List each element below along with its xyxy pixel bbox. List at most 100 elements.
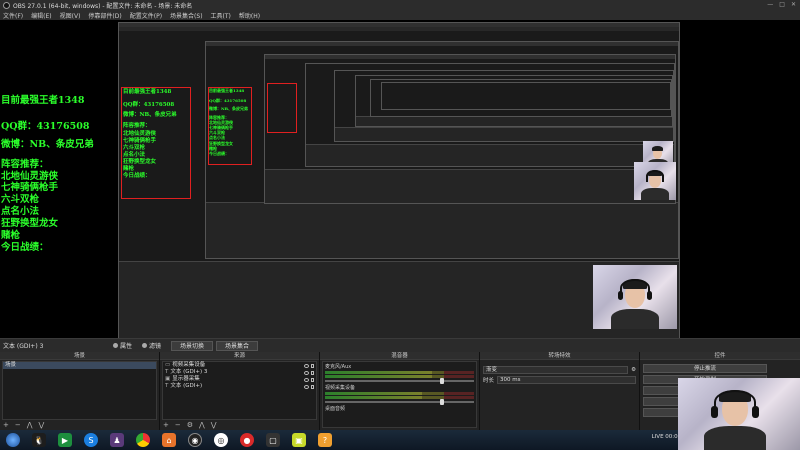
- mixer-channel-name: 麦克风/Aux: [325, 364, 352, 370]
- scene-collection-tab[interactable]: 场景集合: [216, 340, 259, 351]
- overlay-weibo: 微博：NB、条皮兄弟: [1, 138, 94, 150]
- source-item[interactable]: T 文本 (GDI+) 3: [163, 369, 316, 376]
- title-bar: OBS 27.0.1 (64-bit, windows) - 配置文件: 未命名…: [0, 0, 800, 10]
- visibility-icon: [304, 370, 309, 375]
- settings-icon[interactable]: ⚙: [631, 367, 636, 373]
- mixer-channel-name: 视频采集设备: [325, 385, 356, 391]
- source-item[interactable]: ▣ 显示器采集: [163, 376, 316, 383]
- selected-source-name: 文本 (GDI+) 3: [3, 343, 44, 350]
- overlay-lineup-3: 点名小法: [1, 206, 40, 218]
- menu-docks[interactable]: 停靠部件(D): [88, 11, 121, 20]
- move-down-button[interactable]: ⋁: [39, 421, 45, 429]
- sources-dock: 来源 ▭ 视频采集设备 T 文本 (GDI+) 3 ▣ 显示器采集 T 文本 (GDI+…: [160, 352, 320, 430]
- scenes-dock: 场景 场景 + − ⋀ ⋁: [0, 352, 160, 430]
- remove-source-button[interactable]: −: [175, 421, 181, 429]
- menu-profile[interactable]: 配置文件(P): [130, 11, 162, 20]
- nested-overlay-text: 目前最强王者1348 QQ群：43176508 微博：NB、条皮兄弟 阵容推荐：…: [123, 89, 177, 180]
- add-source-button[interactable]: +: [163, 421, 169, 429]
- duration-input[interactable]: 300 ms: [497, 376, 636, 384]
- scene-switch-tab[interactable]: 场景切换: [171, 340, 214, 351]
- chrome-icon[interactable]: [136, 433, 150, 447]
- transitions-dock-title: 转场特效: [480, 352, 639, 360]
- text-icon: T: [165, 383, 169, 389]
- obs-icon[interactable]: ◉: [188, 433, 202, 447]
- text-icon: T: [165, 369, 169, 375]
- remove-scene-button[interactable]: −: [15, 421, 21, 429]
- properties-button[interactable]: 属性: [113, 341, 132, 350]
- visibility-icon: [304, 363, 309, 368]
- minimize-button[interactable]: —: [767, 1, 773, 8]
- game-icon[interactable]: ♟: [110, 433, 124, 447]
- overlay-qq-group: QQ群：43176508: [1, 120, 90, 132]
- qq-music-icon[interactable]: ◎: [214, 433, 228, 447]
- overlay-lineup-4: 狂野换型龙女: [1, 218, 59, 229]
- menu-view[interactable]: 视图(V): [60, 11, 81, 20]
- menu-tools[interactable]: 工具(T): [211, 11, 231, 20]
- green-app-icon[interactable]: ▣: [292, 433, 306, 447]
- overlay-lineup-6: 今日战绩：: [1, 241, 49, 253]
- obs-logo-icon: [3, 1, 10, 9]
- add-scene-button[interactable]: +: [3, 421, 9, 429]
- red-app-icon[interactable]: ●: [240, 433, 254, 447]
- nested-capture-1: 目前最强王者1348 QQ群：43176508 微博：NB、条皮兄弟 阵容推荐：…: [118, 22, 680, 338]
- scene-item[interactable]: 场景: [3, 362, 156, 369]
- tool-icon[interactable]: ⌂: [162, 433, 176, 447]
- volume-slider[interactable]: [325, 378, 474, 384]
- menu-help[interactable]: 帮助(H): [239, 11, 260, 20]
- qq-icon[interactable]: 🐧: [32, 433, 46, 447]
- menu-scene-collection[interactable]: 场景集合(S): [170, 11, 203, 20]
- lock-icon: [311, 363, 314, 368]
- stop-streaming-button[interactable]: 停止推流: [643, 364, 767, 373]
- move-up-button[interactable]: ⋀: [27, 421, 33, 429]
- overlay-lineup-title: 阵容推荐：: [1, 158, 49, 170]
- overlay-lineup-2: 六斗双枪: [1, 194, 40, 206]
- start-button[interactable]: [6, 433, 20, 447]
- controls-dock-title: 控件: [640, 352, 800, 360]
- menu-bar: 文件(F) 编辑(E) 视图(V) 停靠部件(D) 配置文件(P) 场景集合(S…: [0, 10, 800, 20]
- audio-meter: [325, 396, 474, 399]
- volume-slider[interactable]: [325, 399, 474, 405]
- filters-button[interactable]: 滤镜: [142, 341, 161, 350]
- stream-overlay-text: 目前最强王者1348 QQ群：43176508 微博：NB、条皮兄弟 阵容推荐：…: [1, 95, 94, 254]
- overlay-lineup-0: 北地仙灵游侠: [1, 170, 59, 182]
- duration-label: 时长: [483, 378, 495, 384]
- window-controls: — □ ✕: [767, 1, 796, 8]
- sogou-icon[interactable]: S: [84, 433, 98, 447]
- nested-webcam: [593, 265, 677, 329]
- orange-app-icon[interactable]: ?: [318, 433, 332, 447]
- maximize-button[interactable]: □: [779, 1, 785, 8]
- audio-meter: [325, 375, 474, 378]
- mixer-dock: 混音器 麦克风/Aux 视频采集设备 桌面音频: [320, 352, 480, 430]
- lock-icon: [311, 384, 314, 389]
- scenes-dock-title: 场景: [0, 352, 159, 360]
- preview-canvas[interactable]: 目前最强王者1348 QQ群：43176508 微博：NB、条皮兄弟 阵容推荐：…: [0, 20, 800, 338]
- lock-icon: [311, 377, 314, 382]
- menu-file[interactable]: 文件(F): [3, 11, 23, 20]
- sources-dock-title: 来源: [160, 352, 319, 360]
- source-toolbar: 文本 (GDI+) 3 属性 滤镜 场景切换 场景集合: [0, 338, 800, 352]
- webcam-feed: [678, 378, 800, 450]
- overlay-lineup-1: 七神骑俩枪手: [1, 182, 59, 194]
- overlay-lineup-5: 赌枪: [1, 229, 21, 241]
- audio-meter: [325, 392, 474, 395]
- audio-meter: [325, 371, 474, 374]
- mixer-dock-title: 混音器: [320, 352, 479, 360]
- visibility-icon: [304, 384, 309, 389]
- window-title: OBS 27.0.1 (64-bit, windows) - 配置文件: 未命名…: [13, 2, 193, 10]
- move-down-button[interactable]: ⋁: [211, 421, 217, 429]
- source-item[interactable]: ▭ 视频采集设备: [163, 362, 316, 369]
- monitor-icon: ▣: [165, 376, 171, 382]
- monitor-icon[interactable]: ▢: [266, 433, 280, 447]
- transitions-dock: 转场特效 渐变 ⚙ 时长 300 ms: [480, 352, 640, 430]
- visibility-icon: [304, 377, 309, 382]
- close-button[interactable]: ✕: [791, 1, 796, 8]
- move-up-button[interactable]: ⋀: [199, 421, 205, 429]
- media-icon[interactable]: ▶: [58, 433, 72, 447]
- source-item[interactable]: T 文本 (GDI+): [163, 383, 316, 390]
- mixer-channel-name: 桌面音频: [325, 406, 346, 412]
- camera-icon: ▭: [165, 362, 171, 368]
- overlay-rank: 目前最强王者1348: [1, 95, 85, 106]
- menu-edit[interactable]: 编辑(E): [31, 11, 51, 20]
- transition-select[interactable]: 渐变: [483, 366, 629, 374]
- source-settings-button[interactable]: ⚙: [187, 421, 193, 429]
